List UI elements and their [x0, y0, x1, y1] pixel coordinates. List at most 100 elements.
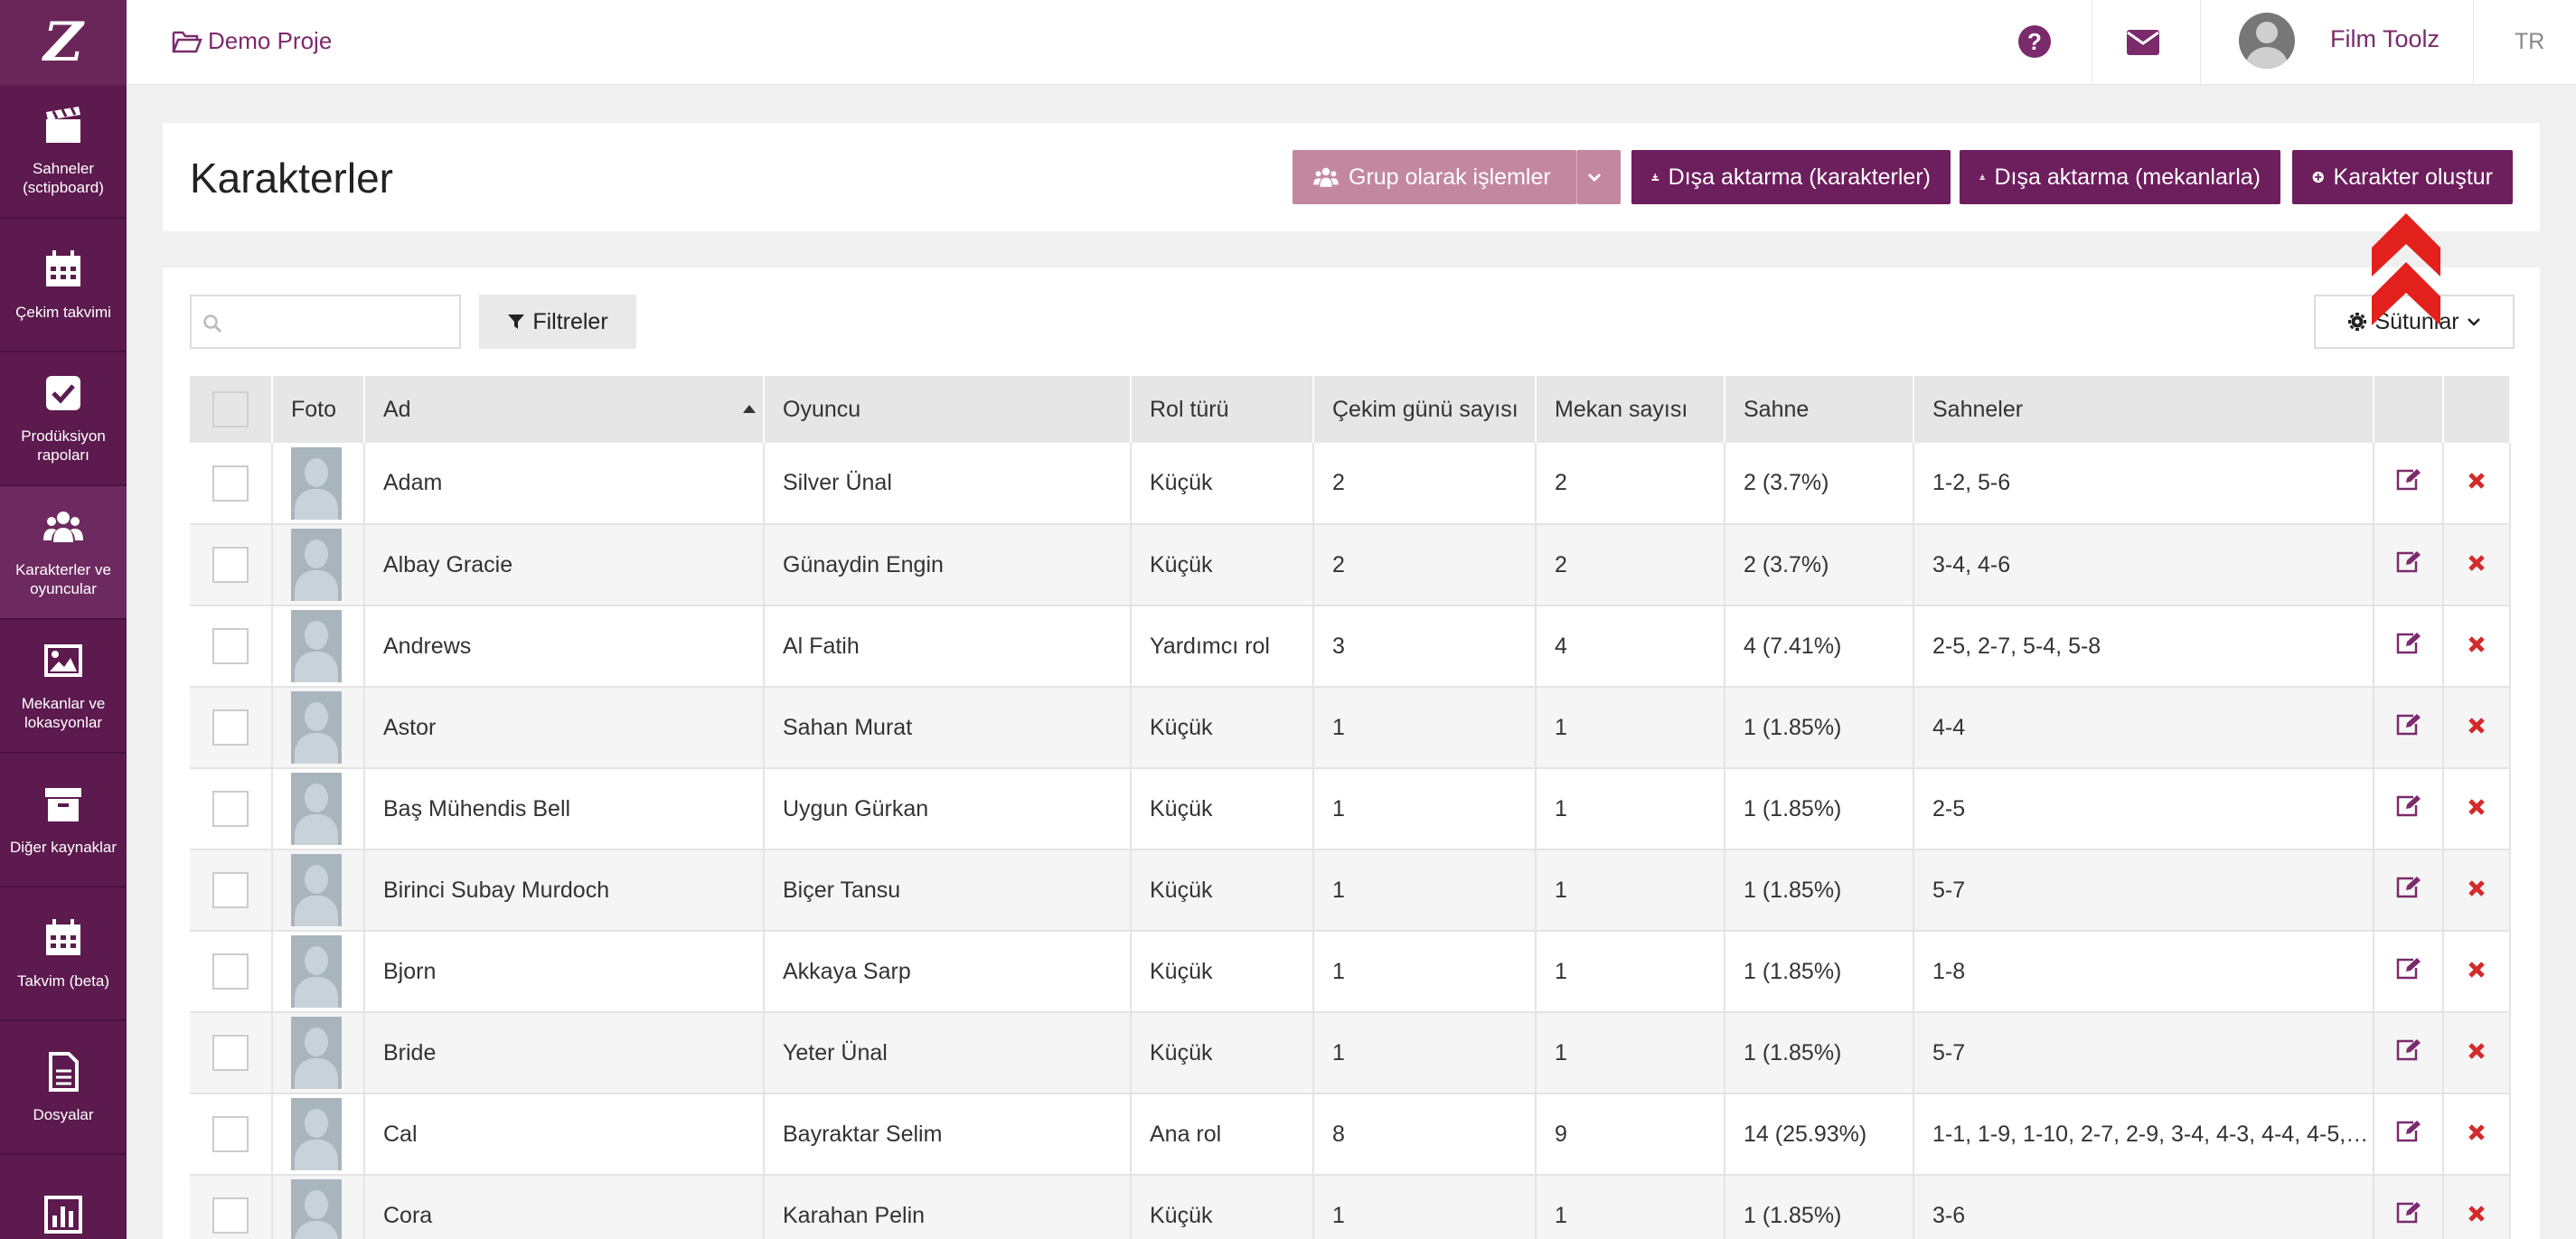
close-icon[interactable] — [2468, 1123, 2486, 1141]
group-actions-button[interactable]: Grup olarak işlemler — [1293, 150, 1576, 204]
row-checkbox[interactable] — [212, 953, 249, 990]
create-character-button[interactable]: Karakter oluştur — [2292, 150, 2513, 204]
sidebar-item-characters[interactable]: Karakterler ve oyuncular — [0, 486, 127, 620]
row-checkbox[interactable] — [212, 547, 249, 583]
close-icon[interactable] — [2468, 798, 2486, 816]
shoot-days-cell: 1 — [1313, 931, 1537, 1013]
filters-button[interactable]: Filtreler — [479, 295, 636, 349]
name-cell[interactable]: Cal — [364, 1094, 765, 1176]
table-row[interactable]: Andrews Al Fatih Yardımcı rol 3 4 4 (7.41%) 2-… — [190, 605, 2511, 688]
name-cell[interactable]: Birinci Subay Murdoch — [364, 849, 765, 932]
avatar[interactable] — [2239, 13, 2295, 69]
close-icon[interactable] — [2468, 879, 2486, 897]
actor-cell: Al Fatih — [764, 605, 1132, 688]
edit-icon[interactable] — [2395, 468, 2422, 492]
edit-icon[interactable] — [2395, 876, 2422, 899]
edit-icon[interactable] — [2395, 1038, 2422, 1062]
shoot-days-cell: 1 — [1313, 687, 1537, 769]
edit-icon[interactable] — [2395, 1201, 2422, 1225]
column-header-scenes[interactable]: Sahneler — [1913, 376, 2374, 443]
close-icon[interactable] — [2468, 1042, 2486, 1060]
name-cell[interactable]: Astor — [364, 687, 765, 769]
sidebar-item-calendar-beta[interactable]: Takvim (beta) — [0, 887, 127, 1021]
column-header-role[interactable]: Rol türü — [1131, 376, 1314, 443]
search-box[interactable] — [190, 295, 461, 349]
column-header-locations[interactable]: Mekan sayısı — [1536, 376, 1725, 443]
sidebar-item-locations[interactable]: Mekanlar ve lokasyonlar — [0, 620, 127, 754]
table-header-row: Foto Ad Oyuncu Rol türü Çekim günü sayıs… — [190, 376, 2511, 443]
actor-cell: Silver Ünal — [764, 443, 1132, 525]
edit-cell — [2374, 605, 2444, 688]
column-header-actor[interactable]: Oyuncu — [764, 376, 1132, 443]
row-checkbox[interactable] — [212, 709, 249, 746]
photo-cell — [272, 605, 365, 688]
name-cell[interactable]: Cora — [364, 1175, 765, 1239]
edit-icon[interactable] — [2395, 632, 2422, 655]
language-switch[interactable]: TR — [2515, 29, 2544, 55]
column-header-name[interactable]: Ad — [364, 376, 765, 443]
edit-icon[interactable] — [2395, 550, 2422, 574]
table-row[interactable]: Bjorn Akkaya Sarp Küçük 1 1 1 (1.85%) 1-8 — [190, 931, 2511, 1013]
table-row[interactable]: Cal Bayraktar Selim Ana rol 8 9 14 (25.93%) 1-… — [190, 1094, 2511, 1176]
locations-cell: 2 — [1536, 524, 1725, 606]
sidebar-item-production-reports[interactable]: Prodüksiyon rapoları — [0, 352, 127, 486]
edit-icon[interactable] — [2395, 794, 2422, 818]
edit-icon[interactable] — [2395, 957, 2422, 981]
close-icon[interactable] — [2468, 1205, 2486, 1223]
person-placeholder-icon — [291, 854, 342, 926]
name-cell[interactable]: Baş Mühendis Bell — [364, 768, 765, 850]
person-placeholder-icon — [291, 610, 342, 682]
table-row[interactable]: Adam Silver Ünal Küçük 2 2 2 (3.7%) 1-2, 5-6 — [190, 443, 2511, 525]
project-link[interactable]: Demo Proje — [172, 27, 332, 55]
row-checkbox[interactable] — [212, 1197, 249, 1234]
scene-cell: 1 (1.85%) — [1725, 931, 1914, 1013]
sidebar-item-schedule[interactable]: Çekim takvimi — [0, 219, 127, 352]
row-checkbox[interactable] — [212, 1035, 249, 1071]
row-checkbox[interactable] — [212, 872, 249, 908]
close-icon[interactable] — [2468, 961, 2486, 979]
app-logo[interactable]: Z — [0, 0, 127, 85]
sidebar-item-reports[interactable] — [0, 1155, 127, 1239]
edit-icon[interactable] — [2395, 713, 2422, 737]
table-row[interactable]: Cora Karahan Pelin Küçük 1 1 1 (1.85%) 3-6 — [190, 1175, 2511, 1239]
edit-cell — [2374, 1094, 2444, 1176]
table-row[interactable]: Bride Yeter Ünal Küçük 1 1 1 (1.85%) 5-7 — [190, 1012, 2511, 1094]
sidebar-item-other-resources[interactable]: Diğer kaynaklar — [0, 754, 127, 887]
select-all-checkbox[interactable] — [212, 391, 249, 427]
row-checkbox[interactable] — [212, 628, 249, 664]
column-header-shoot-days[interactable]: Çekim günü sayısı — [1313, 376, 1537, 443]
name-cell[interactable]: Albay Gracie — [364, 524, 765, 606]
sidebar-item-scenes[interactable]: Sahneler (sctipboard) — [0, 85, 127, 219]
name-cell[interactable]: Bride — [364, 1012, 765, 1094]
shoot-days-cell: 1 — [1313, 768, 1537, 850]
help-icon[interactable]: ? — [2018, 25, 2051, 58]
row-checkbox[interactable] — [212, 791, 249, 827]
close-icon[interactable] — [2468, 472, 2486, 490]
close-icon[interactable] — [2468, 554, 2486, 572]
table-row[interactable]: Astor Sahan Murat Küçük 1 1 1 (1.85%) 4-4 — [190, 687, 2511, 769]
table-row[interactable]: Baş Mühendis Bell Uygun Gürkan Küçük 1 1 1 (1… — [190, 768, 2511, 850]
edit-cell — [2374, 1012, 2444, 1094]
column-header-photo[interactable]: Foto — [272, 376, 365, 443]
column-header-scene[interactable]: Sahne — [1725, 376, 1914, 443]
name-cell[interactable]: Adam — [364, 443, 765, 525]
group-actions-dropdown[interactable] — [1576, 150, 1621, 204]
edit-icon[interactable] — [2395, 1120, 2422, 1143]
export-locations-button[interactable]: Dışa aktarma (mekanlarla) — [1960, 150, 2280, 204]
gear-icon — [2348, 313, 2367, 331]
close-icon[interactable] — [2468, 635, 2486, 653]
mail-icon[interactable] — [2127, 30, 2159, 55]
name-cell[interactable]: Andrews — [364, 605, 765, 688]
person-placeholder-icon — [291, 1017, 342, 1089]
close-icon[interactable] — [2468, 717, 2486, 735]
row-checkbox[interactable] — [212, 465, 249, 502]
photo-cell — [272, 849, 365, 932]
name-cell[interactable]: Bjorn — [364, 931, 765, 1013]
sidebar-item-files[interactable]: Dosyalar — [0, 1021, 127, 1155]
table-row[interactable]: Birinci Subay Murdoch Biçer Tansu Küçük 1 1 1… — [190, 849, 2511, 932]
user-name[interactable]: Film Toolz — [2330, 25, 2440, 53]
table-row[interactable]: Albay Gracie Günaydin Engin Küçük 2 2 2 (3.7%… — [190, 524, 2511, 606]
role-cell: Küçük — [1131, 1175, 1314, 1239]
row-checkbox[interactable] — [212, 1116, 249, 1152]
export-characters-button[interactable]: Dışa aktarma (karakterler) — [1631, 150, 1951, 204]
